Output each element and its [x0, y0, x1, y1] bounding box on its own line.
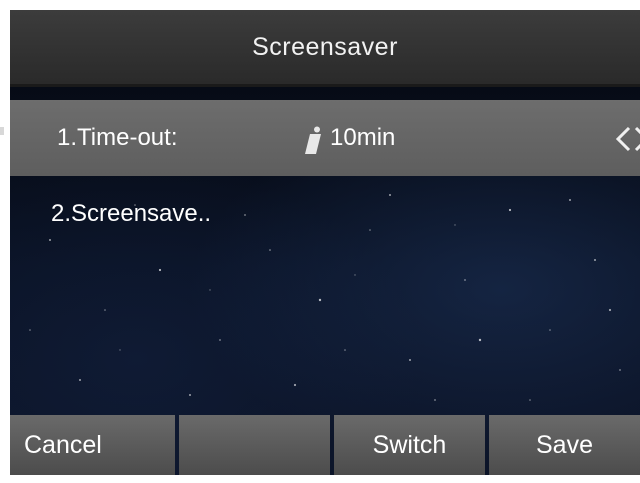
- page-title: Screensaver: [252, 32, 398, 61]
- chevron-right-icon[interactable]: [632, 124, 640, 154]
- cancel-button[interactable]: Cancel: [10, 415, 175, 475]
- menu-item-timeout[interactable]: 1.Time-out: 10min: [10, 100, 640, 176]
- screen-edge-mark: [0, 127, 4, 135]
- empty-softkey-button[interactable]: [179, 415, 330, 475]
- menu-item-screensaver-label: 2.Screensave..: [51, 200, 212, 227]
- phone-screen: Screensaver 1.Time-out: 10min 2.Screensa…: [10, 10, 640, 475]
- menu-item-screensaver[interactable]: 2.Screensave..: [10, 178, 640, 254]
- softkey-bar: Cancel Switch Save: [10, 415, 640, 475]
- save-button[interactable]: Save: [489, 415, 640, 475]
- chevron-left-icon[interactable]: [614, 124, 634, 154]
- switch-button[interactable]: Switch: [334, 415, 485, 475]
- info-icon: [305, 126, 321, 154]
- menu-item-timeout-value: 10min: [330, 124, 396, 151]
- menu-item-timeout-label: 1.Time-out:: [57, 124, 178, 151]
- title-bar: Screensaver: [10, 10, 640, 87]
